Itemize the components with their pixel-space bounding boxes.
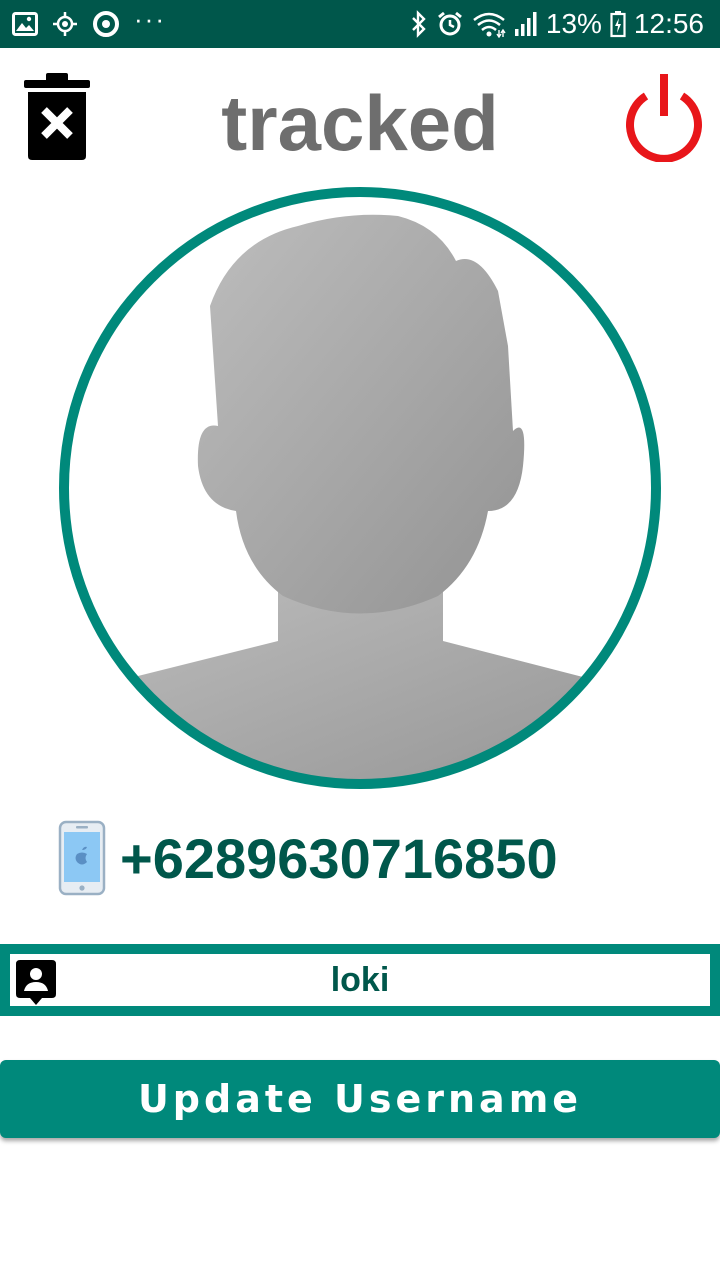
username-input[interactable] [66,954,710,1006]
clock: 12:56 [633,8,704,39]
app-icon [93,11,119,37]
more-dots-icon: ··· [134,4,166,34]
trash-icon [24,73,90,160]
phone-number: +6289630716850 [120,826,558,890]
battery-percent: 13% [545,8,602,39]
delete-button[interactable] [22,72,92,164]
username-field-frame [10,954,710,1006]
phone-row: +6289630716850 [58,818,678,898]
phone-icon [58,820,106,896]
alarm-icon [437,11,462,36]
update-username-button[interactable]: Update Username [0,1060,720,1138]
bluetooth-icon [412,10,426,38]
wifi-icon [473,12,506,38]
logout-button[interactable] [620,72,708,163]
page-title: tracked [221,79,499,167]
status-bar-right: 13% 12:56 [410,8,704,40]
status-bar-left: ··· [12,4,166,38]
signal-icon [514,12,537,36]
profile-avatar[interactable] [58,186,662,790]
gallery-icon [12,12,38,36]
username-field-container [0,944,720,1016]
contact-icon [16,960,56,1005]
battery-icon [610,11,626,38]
status-bar: ··· 13% 12:56 [0,0,720,48]
person-silhouette-icon [59,187,661,789]
power-icon [626,74,702,163]
location-icon [53,12,77,36]
